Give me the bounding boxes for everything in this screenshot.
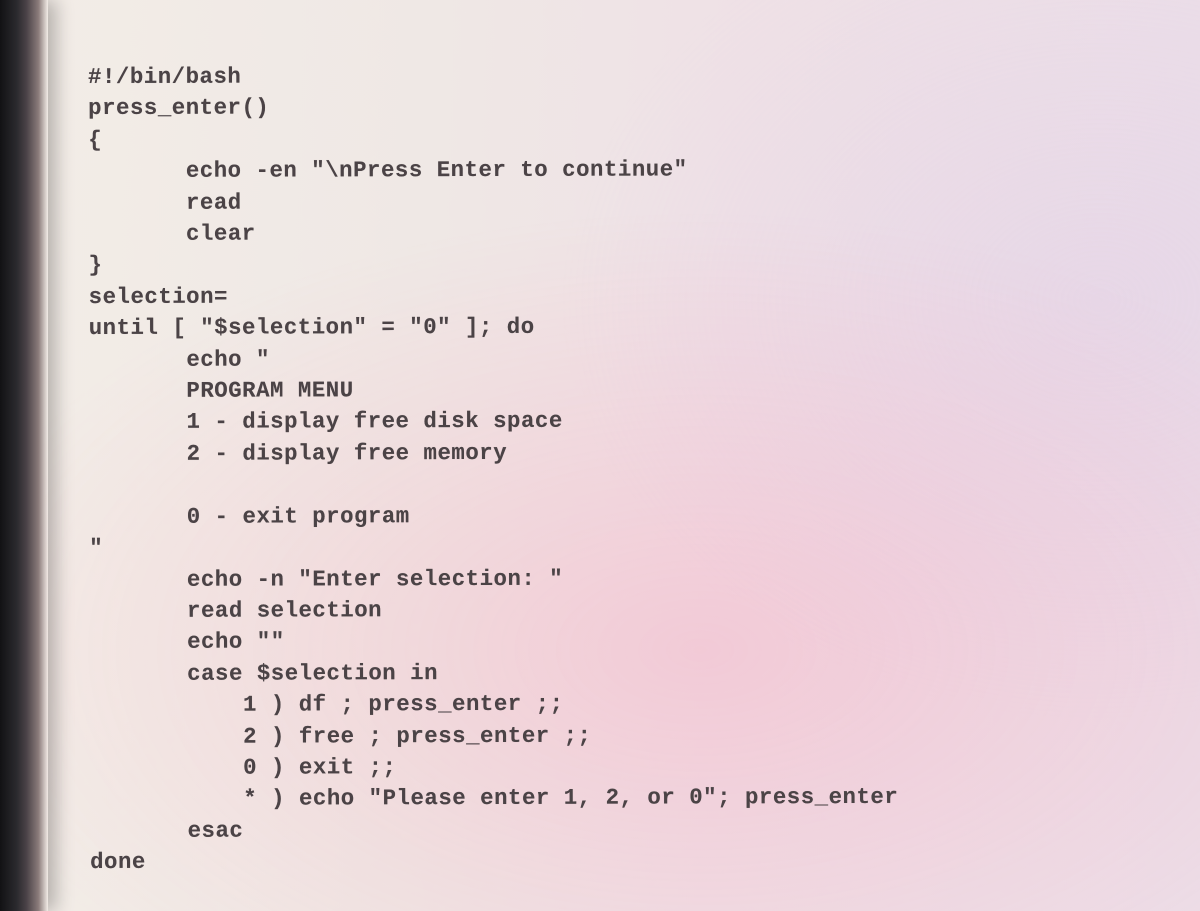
code-listing: #!/bin/bash press_enter() { echo -en "\n… — [88, 59, 1200, 878]
page-surface: #!/bin/bash press_enter() { echo -en "\n… — [48, 0, 1200, 911]
page-spine — [0, 0, 48, 911]
